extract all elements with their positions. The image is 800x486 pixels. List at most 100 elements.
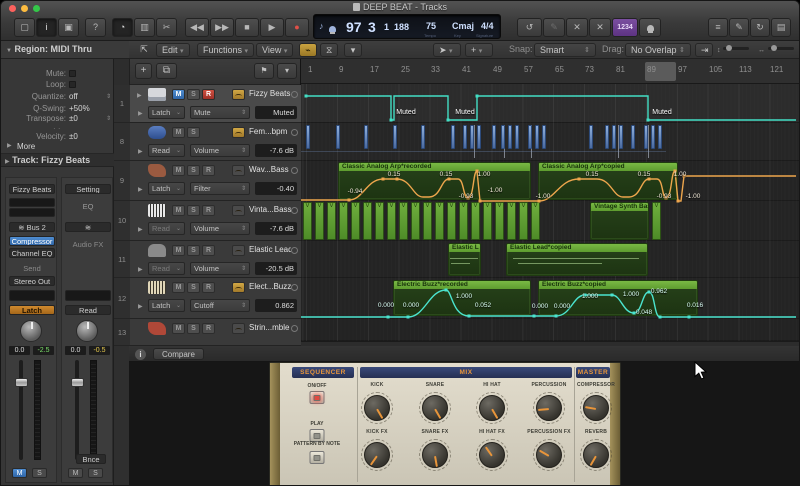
automation-param-menu[interactable]: Volume ⇕: [190, 262, 250, 275]
audio-slice-bar[interactable]: [492, 125, 496, 149]
automation-badge-icon[interactable]: [232, 282, 245, 293]
automation-param-menu[interactable]: Cutoff ⇕: [190, 299, 250, 312]
track-solo-button[interactable]: S: [187, 245, 200, 256]
horizontal-zoom-slider[interactable]: ↔: [758, 43, 794, 57]
track-mute-button[interactable]: M: [172, 245, 185, 256]
track-power-icon[interactable]: [291, 247, 298, 254]
lane-6[interactable]: [301, 319, 799, 341]
track-power-icon[interactable]: [291, 325, 298, 332]
snap-menu[interactable]: Smart ⇕: [534, 43, 596, 57]
output-slot[interactable]: Stereo Out: [9, 276, 55, 286]
automation-param-menu[interactable]: Volume ⇕: [190, 222, 250, 235]
audio-slice-bar[interactable]: [651, 125, 655, 149]
automation-param-menu[interactable]: Filter ⇕: [190, 182, 250, 195]
track-name[interactable]: Vinta...Bass: [249, 205, 291, 214]
zoom-reset-button[interactable]: ⇥: [695, 43, 713, 57]
count-in-button[interactable]: 1234: [612, 18, 638, 37]
audio-slice-bar[interactable]: [589, 125, 593, 149]
audio-slice-bar[interactable]: [364, 125, 368, 149]
bounce-button[interactable]: Bnce: [76, 454, 106, 464]
track-solo-button[interactable]: S: [187, 89, 200, 100]
solo-button[interactable]: S: [32, 468, 47, 478]
track-name[interactable]: Elect...Buzz: [249, 282, 291, 291]
midi-region-small[interactable]: V: [327, 202, 336, 240]
pattern-by-note-button[interactable]: [309, 451, 325, 464]
track-solo-button[interactable]: S: [187, 127, 200, 138]
automation-disclosure-triangle[interactable]: ▶: [138, 303, 143, 310]
lists-button[interactable]: ≡: [708, 18, 728, 37]
volume-value[interactable]: -2.5: [33, 346, 54, 355]
quick-help-button[interactable]: ?: [85, 18, 106, 37]
track-record-button[interactable]: R: [202, 165, 215, 176]
pointer-tool-menu[interactable]: ➤ ▾: [433, 43, 461, 57]
automation-param-menu[interactable]: Mute ⇕: [190, 106, 250, 119]
midi-region-small[interactable]: V: [399, 202, 408, 240]
snare-knob[interactable]: [419, 392, 451, 424]
solo-mode-button[interactable]: ✕: [589, 18, 611, 37]
play-button[interactable]: ▶: [260, 18, 284, 37]
track-header-1[interactable]: ▶ M S R Fizzy Beats ▶ Latch ⌄ Mute ⇕ Muted: [130, 85, 301, 123]
pan-value[interactable]: 0.0: [9, 346, 30, 355]
midi-region-small[interactable]: V: [531, 202, 540, 240]
automation-badge-icon[interactable]: [232, 165, 245, 176]
automation-disclosure-triangle[interactable]: ▶: [138, 110, 143, 117]
rewind-button[interactable]: ◀◀: [185, 18, 209, 37]
snare-fx-knob[interactable]: [419, 439, 451, 471]
track-mute-button[interactable]: M: [172, 127, 185, 138]
automation-disclosure-triangle[interactable]: ▶: [138, 266, 143, 273]
automation-value[interactable]: -20.5 dB: [255, 262, 297, 275]
functions-menu[interactable]: Functions ▾: [197, 43, 255, 57]
track-header-9[interactable]: M S R Wav...Bass ▶ Latch ⌄ Filter ⇕ -0.40: [130, 161, 301, 201]
bar-ruler[interactable]: 1 9 17 25 33 41 49 57 65 73 81 89 97 105 113 121: [301, 59, 799, 84]
midi-region[interactable]: Elastic Lead*copied: [506, 243, 648, 276]
region-inspector-header[interactable]: ▼ Region: MIDI Thru: [1, 41, 129, 59]
volume-fader-track[interactable]: [19, 360, 23, 460]
midi-region-small[interactable]: V: [459, 202, 468, 240]
audio-slice-bar[interactable]: [658, 125, 662, 149]
group-slot[interactable]: [9, 290, 55, 301]
edit-menu[interactable]: Edit ▾: [156, 43, 190, 57]
track-header-11[interactable]: M S R Elastic Lead ▶ Read ⌄ Volume ⇕ -20.5 dB: [130, 241, 301, 278]
output-volume-value[interactable]: -0.5: [89, 346, 110, 355]
secondary-tool-menu[interactable]: + ▾: [465, 43, 493, 57]
automation-mode-menu[interactable]: Read ⌄: [148, 144, 185, 157]
automation-mode-read[interactable]: Read: [65, 305, 111, 315]
track-mute-button[interactable]: M: [172, 282, 185, 293]
audio-slice-bar[interactable]: [306, 125, 310, 149]
track-header-12[interactable]: M S R Elect...Buzz ▶ Latch ⌄ Cutoff ⇕ 0.862: [130, 278, 301, 319]
midi-region-small[interactable]: V: [375, 202, 384, 240]
automation-mode-menu[interactable]: Latch ⌄: [148, 106, 185, 119]
track-inspector-header[interactable]: ▶ Track: Fizzy Beats: [1, 153, 114, 167]
replace-button[interactable]: ✕: [566, 18, 588, 37]
track-header-13[interactable]: M S R Strin...mble: [130, 319, 301, 346]
insert-channel-eq[interactable]: Channel EQ: [9, 248, 55, 258]
track-power-icon[interactable]: [291, 167, 298, 174]
track-name[interactable]: Fizzy Beats: [249, 89, 291, 98]
percussion-fx-knob[interactable]: [533, 439, 565, 471]
compressor-knob[interactable]: [580, 392, 612, 424]
track-name[interactable]: Fem...bpm: [249, 127, 291, 136]
lane-1[interactable]: [301, 123, 799, 161]
midi-fx-slot[interactable]: ≋ Bus 2: [9, 222, 55, 232]
automation-mode-latch[interactable]: Latch: [9, 305, 55, 315]
automation-value[interactable]: Muted: [255, 106, 297, 119]
audio-slice-bar[interactable]: [644, 125, 648, 149]
automation-value[interactable]: -7.6 dB: [255, 144, 297, 157]
audio-slice-bar[interactable]: [501, 125, 505, 149]
smart-controls-button[interactable]: ◔: [112, 18, 133, 37]
record-button[interactable]: ●: [285, 18, 309, 37]
audio-slice-bar[interactable]: [336, 125, 340, 149]
hi-hat-knob[interactable]: [476, 392, 508, 424]
midi-region[interactable]: Classic Analog Arp*recorded: [338, 162, 531, 200]
track-zoom-button[interactable]: ▾: [277, 63, 297, 79]
track-header-8[interactable]: M S Fem...bpm ▶ Read ⌄ Volume ⇕ -7.6 dB: [130, 123, 301, 161]
automation-badge-icon[interactable]: [232, 245, 245, 256]
midi-region-small[interactable]: V: [652, 202, 661, 240]
output-fader-thumb[interactable]: [71, 378, 84, 387]
automation-toggle-button[interactable]: ⌁: [299, 43, 317, 57]
plugin-info-button[interactable]: i: [135, 349, 146, 360]
track-record-button[interactable]: R: [202, 205, 215, 216]
automation-mode-menu[interactable]: Read ⌄: [148, 222, 185, 235]
track-power-icon[interactable]: [291, 284, 298, 291]
track-disclosure-triangle[interactable]: ▶: [137, 92, 142, 99]
